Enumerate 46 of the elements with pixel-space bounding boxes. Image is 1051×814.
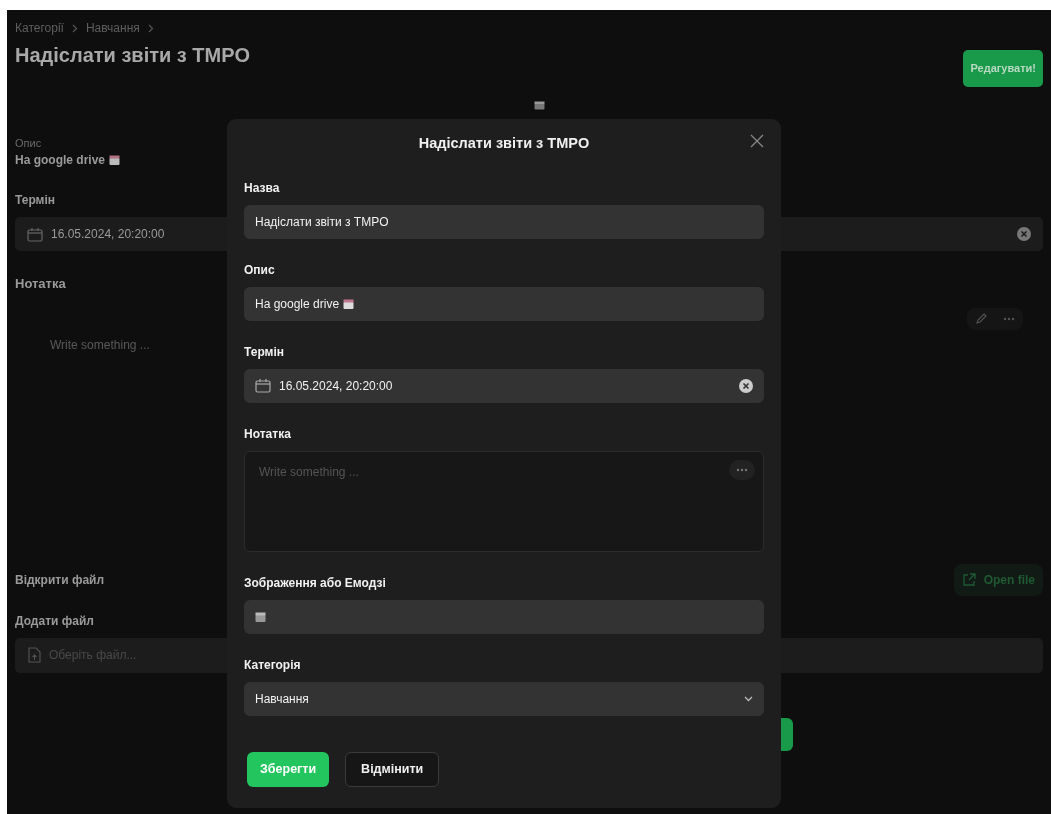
chevron-down-icon — [744, 695, 753, 702]
file-upload-icon — [27, 647, 41, 663]
calendar-icon — [255, 378, 271, 394]
more-button[interactable] — [729, 459, 755, 480]
field-label: Зображення або Емодзі — [244, 574, 386, 592]
save-button[interactable]: Зберегти — [247, 751, 330, 787]
note-editor[interactable]: Write something ... — [50, 335, 150, 354]
breadcrumb-link[interactable]: Категорії — [15, 19, 64, 37]
field-label: Термін — [244, 343, 285, 361]
category-select[interactable]: Навчання — [244, 681, 764, 716]
field-label: Назва — [244, 179, 280, 197]
field-label: Відкрити файл — [15, 571, 105, 589]
emoji-field[interactable] — [244, 599, 764, 634]
chevron-icon — [71, 23, 78, 33]
field-label: Додати файл — [15, 612, 94, 630]
emoji-icon — [533, 100, 545, 110]
modal-title: Надіслати звіти з TMPO — [418, 134, 590, 153]
pencil-icon — [975, 312, 987, 325]
close-icon[interactable] — [750, 134, 764, 148]
field-label: Категорія — [244, 656, 301, 674]
emoji-icon — [109, 155, 121, 165]
field-label: Опис — [244, 261, 275, 279]
note-editor[interactable]: Write something ... — [244, 450, 764, 552]
edit-button[interactable]: Редагувати! — [963, 50, 1043, 87]
clear-icon — [739, 378, 753, 393]
cancel-button[interactable]: Відмінити — [345, 751, 440, 787]
field-label: Нотатка — [15, 275, 66, 293]
text-field[interactable]: На google drive — [244, 286, 764, 321]
field-label: Опис — [15, 135, 42, 151]
page-title: Надіслати звіти з TMPO — [15, 43, 251, 67]
external-link-icon — [961, 572, 976, 587]
breadcrumb-link[interactable]: Навчання — [85, 19, 140, 37]
more-icon — [736, 467, 748, 472]
more-icon — [1003, 316, 1015, 321]
text-field[interactable]: Надіслати звіти з TMPO — [244, 204, 764, 239]
emoji-icon — [255, 611, 266, 622]
open-file-button[interactable]: Open file — [953, 563, 1043, 596]
calendar-icon — [27, 226, 43, 242]
field-label: Термін — [15, 192, 56, 209]
emoji-icon — [343, 298, 355, 309]
chevron-icon — [147, 23, 154, 33]
description-text: На google drive — [15, 152, 106, 169]
field-label: Нотатка — [244, 425, 291, 443]
date-field[interactable]: 16.05.2024, 20:20:00 — [244, 368, 764, 403]
save-button[interactable] — [781, 718, 793, 751]
clear-icon — [1017, 227, 1031, 241]
